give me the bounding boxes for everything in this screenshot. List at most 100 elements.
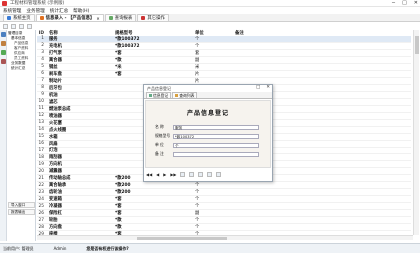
row-name-cell: 滤芯 xyxy=(49,99,58,105)
note-field[interactable] xyxy=(173,151,259,157)
dialog-close-button[interactable]: ✕ xyxy=(266,85,270,90)
table-row[interactable]: 27 轮胎 *款 个 xyxy=(37,217,411,225)
user-icon[interactable] xyxy=(1,59,6,64)
row-name-cell: 方向机 xyxy=(49,162,62,168)
row-id-cell: 5 xyxy=(41,64,44,70)
maximize-button[interactable]: □ xyxy=(402,0,407,6)
product-entry-dialog: 产品信息登记 □ ✕ 信息登记 查询列表 产品信息登记 名 称 服务 规格型号 … xyxy=(143,84,273,182)
row-spec-cell: *套 xyxy=(115,204,122,210)
table-row[interactable]: 25 冷凝器 *套 个 xyxy=(37,203,411,211)
row-id-cell: 4 xyxy=(41,57,44,63)
row-id-cell: 24 xyxy=(38,196,44,202)
row-name-cell: 机油 xyxy=(49,92,58,98)
field-spec-row: 规格型号 *款100372 xyxy=(155,133,259,139)
scroll-thumb[interactable] xyxy=(415,36,419,54)
row-unit-cell: 片 xyxy=(195,78,200,84)
status-hint: 您是否有权进行该操作? xyxy=(86,245,129,251)
column-header-note[interactable]: 备注 xyxy=(235,30,411,36)
tree-node-stats[interactable]: 统计汇总 xyxy=(8,66,36,71)
scroll-thumb[interactable] xyxy=(137,237,227,240)
list-icon xyxy=(175,94,179,97)
table-row[interactable]: 22 离合轴承 *款200 个 xyxy=(37,182,411,190)
exit-icon[interactable] xyxy=(216,171,222,177)
field-name-row: 名 称 服务 xyxy=(155,124,259,130)
tab-label: 系统主页 xyxy=(13,16,31,21)
menu-help[interactable]: 帮助(H) xyxy=(73,8,89,14)
horizontal-scrollbar[interactable] xyxy=(37,235,413,240)
folder-icon[interactable] xyxy=(1,32,6,37)
row-id-cell: 26 xyxy=(38,210,44,216)
table-row[interactable]: 3 打气泵 *套 套 xyxy=(37,50,411,57)
row-id-cell: 16 xyxy=(38,141,44,147)
refresh-icon[interactable] xyxy=(19,23,24,29)
row-unit-cell: 副 xyxy=(195,57,200,63)
field-label: 备 注 xyxy=(155,151,164,156)
dialog-tab-list[interactable]: 查询列表 xyxy=(172,92,198,98)
edit-icon[interactable] xyxy=(3,23,8,29)
row-id-cell: 13 xyxy=(38,120,44,126)
report-output-button[interactable]: 报表输出 xyxy=(8,209,35,215)
row-unit-cell: 套 xyxy=(195,50,200,56)
table-row[interactable]: 26 保险杠 *套 副 xyxy=(37,210,411,218)
table-row[interactable]: 5 钢丝 *米 米 xyxy=(37,64,411,71)
save-icon[interactable] xyxy=(27,23,32,29)
tab-product-info[interactable]: 信息录入 - 【产品信息】 ✕ xyxy=(35,14,104,21)
next-record-button[interactable]: ▶ xyxy=(163,172,166,177)
save-icon[interactable] xyxy=(198,171,204,177)
unit-select[interactable]: 个 xyxy=(173,142,259,148)
row-unit-cell: 米 xyxy=(195,64,200,70)
table-row[interactable]: 2 充电机 *款100372 个 xyxy=(37,43,411,50)
table-row[interactable]: 4 离合器 *款 副 xyxy=(37,57,411,64)
row-unit-cell: 个 xyxy=(195,43,200,49)
dialog-maximize-button[interactable]: □ xyxy=(256,85,260,90)
row-id-cell: 3 xyxy=(41,50,44,56)
row-id-cell: 25 xyxy=(38,203,44,209)
tab-label: 信息录入 - 【产品信息】 xyxy=(45,16,95,21)
search-icon[interactable] xyxy=(207,171,213,177)
table-row[interactable]: 28 方向盘 *款 个 xyxy=(37,224,411,232)
add-icon[interactable] xyxy=(180,171,186,177)
dialog-tab-entry[interactable]: 信息登记 xyxy=(146,92,172,98)
name-field[interactable]: 服务 xyxy=(173,124,259,130)
close-button[interactable]: ✕ xyxy=(414,0,418,6)
table-row[interactable]: 24 变速箱 *套 个 xyxy=(37,196,411,204)
tab-close-icon[interactable]: ✕ xyxy=(96,16,99,21)
spec-field[interactable]: *款100372 xyxy=(173,133,259,139)
vertical-scrollbar[interactable] xyxy=(413,30,419,235)
delete-icon[interactable] xyxy=(189,171,195,177)
row-name-cell: 钢丝 xyxy=(49,64,58,70)
field-label: 单 位 xyxy=(155,142,164,147)
first-record-button[interactable]: ◀◀ xyxy=(146,172,152,177)
table-row[interactable]: 23 齿轮油 *款200 个 xyxy=(37,189,411,197)
tab-other[interactable]: 其它操作 xyxy=(137,14,169,21)
tab-reports[interactable]: 查询报表 xyxy=(104,14,137,21)
document-tabs: 系统主页 信息录入 - 【产品信息】 ✕ 查询报表 其它操作 xyxy=(0,14,420,22)
document-icon xyxy=(39,16,44,20)
menu-statistics[interactable]: 统计汇总 xyxy=(50,8,68,14)
settings-icon[interactable] xyxy=(1,50,6,55)
column-header-id[interactable]: ID xyxy=(37,31,45,36)
dialog-form: 产品信息登记 名 称 服务 规格型号 *款100372 单 位 个 备 注 xyxy=(145,100,271,168)
row-unit-cell: 个 xyxy=(195,36,200,42)
prev-record-button[interactable]: ◀ xyxy=(156,172,159,177)
minimize-button[interactable]: ─ xyxy=(392,0,395,6)
row-spec-cell: *款 xyxy=(115,57,122,63)
row-id-cell: 17 xyxy=(38,147,44,153)
tab-home[interactable]: 系统主页 xyxy=(3,14,35,21)
menu-business[interactable]: 业务管理 xyxy=(26,8,44,14)
row-name-cell: 打气泵 xyxy=(49,50,62,56)
last-record-button[interactable]: ▶▶ xyxy=(170,172,176,177)
row-name-cell: 减震器 xyxy=(49,169,62,175)
dropdown-icon[interactable] xyxy=(11,23,16,29)
menu-system[interactable]: 系统管理 xyxy=(3,8,21,14)
table-row[interactable]: 1 服务 *款100372 个 xyxy=(37,36,411,43)
report-icon[interactable] xyxy=(1,41,6,46)
row-spec-cell: *米 xyxy=(115,64,122,70)
import-window-button[interactable]: 导入窗口 xyxy=(8,202,35,208)
row-name-cell: 方向盘 xyxy=(49,225,62,231)
row-name-cell: 离合轴承 xyxy=(49,183,67,189)
row-spec-cell: *款 xyxy=(115,218,122,224)
field-unit-row: 单 位 个 xyxy=(155,142,259,148)
row-name-cell: 灯泡 xyxy=(49,148,58,154)
table-row[interactable]: 6 刹车盘 *套 片 xyxy=(37,71,411,78)
